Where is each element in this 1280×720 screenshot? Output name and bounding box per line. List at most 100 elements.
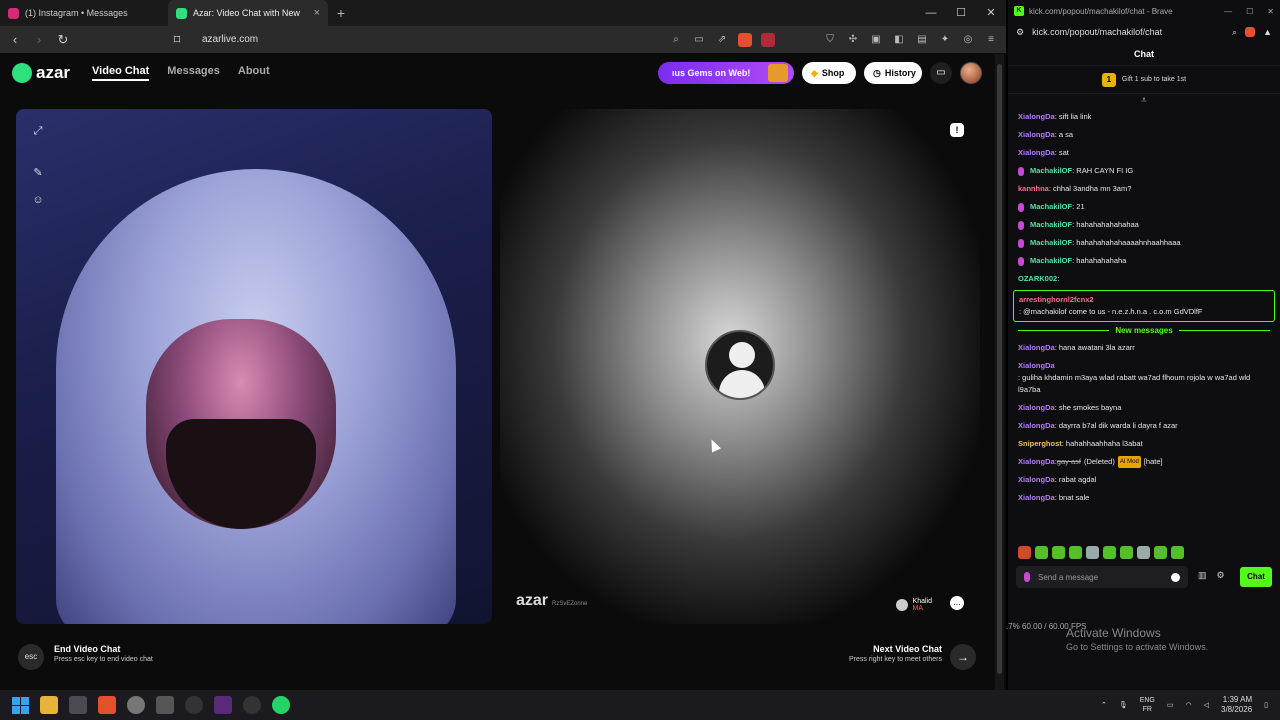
- nav-video-chat[interactable]: Video Chat: [92, 65, 150, 81]
- popup-url[interactable]: kick.com/popout/machakilof/chat: [1032, 27, 1162, 37]
- file-explorer-icon[interactable]: [40, 696, 58, 714]
- extensions-icon[interactable]: ✣: [846, 33, 860, 47]
- page-scrollbar[interactable]: [995, 54, 1004, 690]
- chat-username[interactable]: MachakilOF: [1030, 237, 1072, 249]
- chat-username[interactable]: Sniperghost: [1018, 438, 1062, 450]
- close-tab-icon[interactable]: ×: [314, 7, 320, 19]
- chevron-up-icon[interactable]: ⌃: [1101, 701, 1107, 709]
- nav-messages[interactable]: Messages: [167, 65, 220, 81]
- chat-username[interactable]: XialongDa: [1018, 129, 1055, 141]
- esc-key-button[interactable]: esc: [18, 644, 44, 670]
- azar-logo[interactable]: azar: [12, 63, 70, 83]
- chat-username[interactable]: XialongDa: [1018, 474, 1055, 486]
- clock[interactable]: 1:39 AM 3/8/2026: [1221, 695, 1252, 715]
- sticker-icon[interactable]: ☺: [30, 192, 46, 208]
- brave-browser-icon[interactable]: [98, 696, 116, 714]
- back-icon[interactable]: ‹: [8, 32, 22, 47]
- emote-icon[interactable]: [1154, 546, 1167, 559]
- next-app-icon[interactable]: [214, 696, 232, 714]
- magic-wand-icon[interactable]: ✎: [30, 165, 46, 181]
- notifications-icon[interactable]: ▯: [1264, 701, 1268, 709]
- emote-icon[interactable]: [1103, 546, 1116, 559]
- maximize-icon[interactable]: ☐: [946, 0, 976, 26]
- chat-username[interactable]: XialongDa: [1018, 420, 1055, 432]
- settings-gear-icon[interactable]: ⚙: [1217, 570, 1225, 581]
- site-info-icon[interactable]: ⚙: [1016, 27, 1024, 38]
- language-indicator[interactable]: ENG FR: [1140, 696, 1155, 714]
- wallet-icon[interactable]: ▤: [915, 33, 929, 47]
- cast-icon[interactable]: ▭: [692, 33, 706, 47]
- github-icon[interactable]: [243, 696, 261, 714]
- maximize-icon[interactable]: ☐: [1246, 7, 1253, 16]
- zoom-icon[interactable]: ⌕: [1232, 27, 1237, 38]
- leo-icon[interactable]: ✦: [938, 33, 952, 47]
- emote-icon[interactable]: [1069, 546, 1082, 559]
- network-icon[interactable]: ▭: [1167, 701, 1174, 709]
- chat-username[interactable]: XialongDa: [1018, 402, 1055, 414]
- emoji-icon[interactable]: [1171, 572, 1180, 582]
- share-icon[interactable]: ⇗: [715, 33, 729, 47]
- emote-icon[interactable]: [1171, 546, 1184, 559]
- pinned-toggle-icon[interactable]: ⩡: [1008, 94, 1280, 108]
- emote-icon[interactable]: [1018, 546, 1031, 559]
- expand-icon[interactable]: ⤢: [30, 123, 46, 139]
- vpn-icon[interactable]: ⛉: [823, 33, 837, 47]
- chat-username[interactable]: MachakilOF: [1030, 255, 1072, 267]
- send-message-input[interactable]: Send a message: [1016, 566, 1188, 588]
- peer-info[interactable]: Khalid MA: [895, 598, 932, 612]
- chat-username[interactable]: MachakilOF: [1030, 219, 1072, 231]
- reload-icon[interactable]: ↻: [56, 32, 70, 48]
- chat-username[interactable]: XialongDa: [1018, 111, 1055, 123]
- chat-username[interactable]: kannhna: [1018, 183, 1049, 195]
- store-icon[interactable]: [69, 696, 87, 714]
- steam-icon[interactable]: [127, 696, 145, 714]
- emote-icon[interactable]: [1086, 546, 1099, 559]
- vpn-shield-icon[interactable]: ◎: [961, 33, 975, 47]
- chat-username[interactable]: OZARK002: [1018, 273, 1057, 285]
- forward-icon[interactable]: ›: [32, 32, 46, 47]
- tab-instagram[interactable]: (1) Instagram • Messages: [0, 0, 168, 26]
- gems-promo-button[interactable]: ıus Gems on Web!: [658, 62, 794, 84]
- zoom-icon[interactable]: ⌕: [669, 33, 683, 47]
- whatsapp-icon[interactable]: [272, 696, 290, 714]
- brave-rewards-icon[interactable]: ▲: [1263, 27, 1272, 38]
- shop-button[interactable]: ◆ Shop: [802, 62, 856, 84]
- emote-icon[interactable]: [1120, 546, 1133, 559]
- close-window-icon[interactable]: ✕: [1267, 7, 1274, 16]
- nav-about[interactable]: About: [238, 65, 270, 81]
- emote-icon[interactable]: [1035, 546, 1048, 559]
- chat-username[interactable]: MachakilOF: [1030, 165, 1072, 177]
- chat-send-button[interactable]: Chat: [1240, 567, 1272, 587]
- next-arrow-button[interactable]: →: [950, 644, 976, 670]
- brave-shields-icon[interactable]: [738, 32, 752, 47]
- history-button[interactable]: ◷ History: [864, 62, 922, 84]
- chat-username[interactable]: XialongDa: [1018, 456, 1055, 468]
- minimize-icon[interactable]: —: [916, 0, 946, 26]
- user-avatar[interactable]: [960, 62, 982, 84]
- menu-icon[interactable]: ≡: [984, 33, 998, 47]
- chat-username[interactable]: MachakilOF: [1030, 201, 1072, 213]
- microphone-icon[interactable]: 🎙︎: [1119, 701, 1128, 709]
- brave-shields-icon[interactable]: [1245, 26, 1256, 37]
- new-tab-button[interactable]: +: [328, 5, 354, 21]
- sidebar-icon[interactable]: ◧: [892, 33, 906, 47]
- gift-banner[interactable]: 1 Gift 1 sub to take 1st: [1008, 66, 1280, 94]
- chat-username[interactable]: XialongDa: [1018, 360, 1055, 372]
- github-icon[interactable]: [185, 696, 203, 714]
- gift-icon[interactable]: ▥: [1198, 570, 1207, 581]
- volume-icon[interactable]: ◁: [1204, 701, 1209, 709]
- windows-start-icon[interactable]: [12, 696, 29, 714]
- emote-icon[interactable]: [1137, 546, 1150, 559]
- chat-username[interactable]: XialongDa: [1018, 147, 1055, 159]
- chat-username[interactable]: XialongDa: [1018, 342, 1055, 354]
- close-window-icon[interactable]: ✕: [976, 0, 1006, 26]
- inbox-icon[interactable]: ▭: [930, 62, 952, 84]
- bookmark-icon[interactable]: ⌑: [170, 32, 184, 48]
- media-icon[interactable]: ▣: [869, 33, 883, 47]
- app-icon[interactable]: [156, 696, 174, 714]
- emote-icon[interactable]: [1052, 546, 1065, 559]
- brave-rewards-icon[interactable]: [761, 32, 775, 47]
- url-field[interactable]: azarlive.com: [202, 34, 258, 45]
- chat-username[interactable]: XialongDa: [1018, 492, 1055, 504]
- wifi-icon[interactable]: ◠: [1186, 701, 1192, 709]
